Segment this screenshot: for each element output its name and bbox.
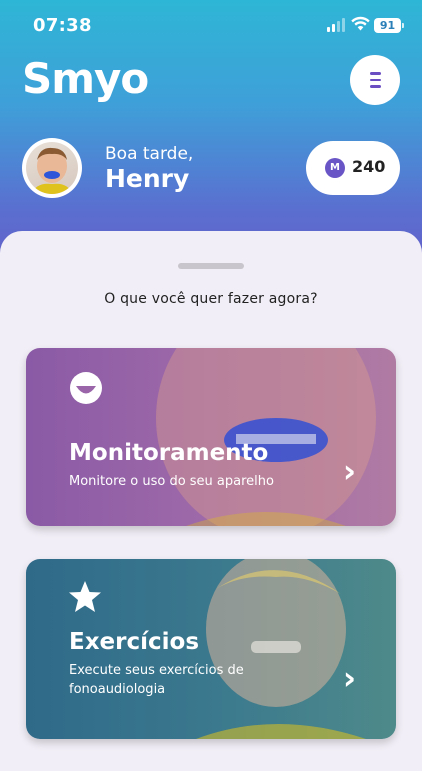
sheet-handle[interactable] (178, 263, 244, 269)
user-name: Henry (105, 164, 190, 193)
wifi-icon (351, 16, 370, 31)
points-badge[interactable]: M 240 (306, 141, 400, 195)
menu-icon (370, 72, 381, 75)
card-title: Exercícios (69, 629, 200, 655)
monitoring-card[interactable]: Monitoramento Monitore o uso do seu apar… (26, 348, 396, 526)
status-bar: 07:38 91 (0, 0, 422, 50)
app-logo: Smyo (22, 54, 149, 103)
card-title: Monitoramento (69, 440, 269, 466)
points-value: 240 (352, 157, 386, 176)
chevron-right-icon: › (342, 452, 356, 490)
greeting-text: Boa tarde, (105, 144, 194, 164)
battery-indicator: 91 (374, 18, 404, 33)
star-icon (69, 581, 101, 612)
status-time: 07:38 (33, 15, 92, 36)
bottom-sheet: O que você quer fazer agora? Monitoramen… (0, 231, 422, 771)
smile-icon (70, 372, 102, 404)
cellular-signal-icon (327, 18, 347, 32)
menu-button[interactable] (350, 55, 400, 105)
card-subtitle: Monitore o uso do seu aparelho (69, 474, 274, 489)
exercises-card[interactable]: Exercícios Execute seus exercícios de fo… (26, 559, 396, 739)
child-mouthguard-photo (156, 348, 376, 526)
chevron-right-icon: › (342, 659, 356, 697)
sheet-prompt: O que você quer fazer agora? (104, 291, 318, 307)
child-photo (32, 147, 72, 194)
coin-icon: M (325, 158, 345, 178)
avatar[interactable] (22, 138, 82, 198)
card-subtitle: Execute seus exercícios de fonoaudiologi… (69, 663, 244, 697)
